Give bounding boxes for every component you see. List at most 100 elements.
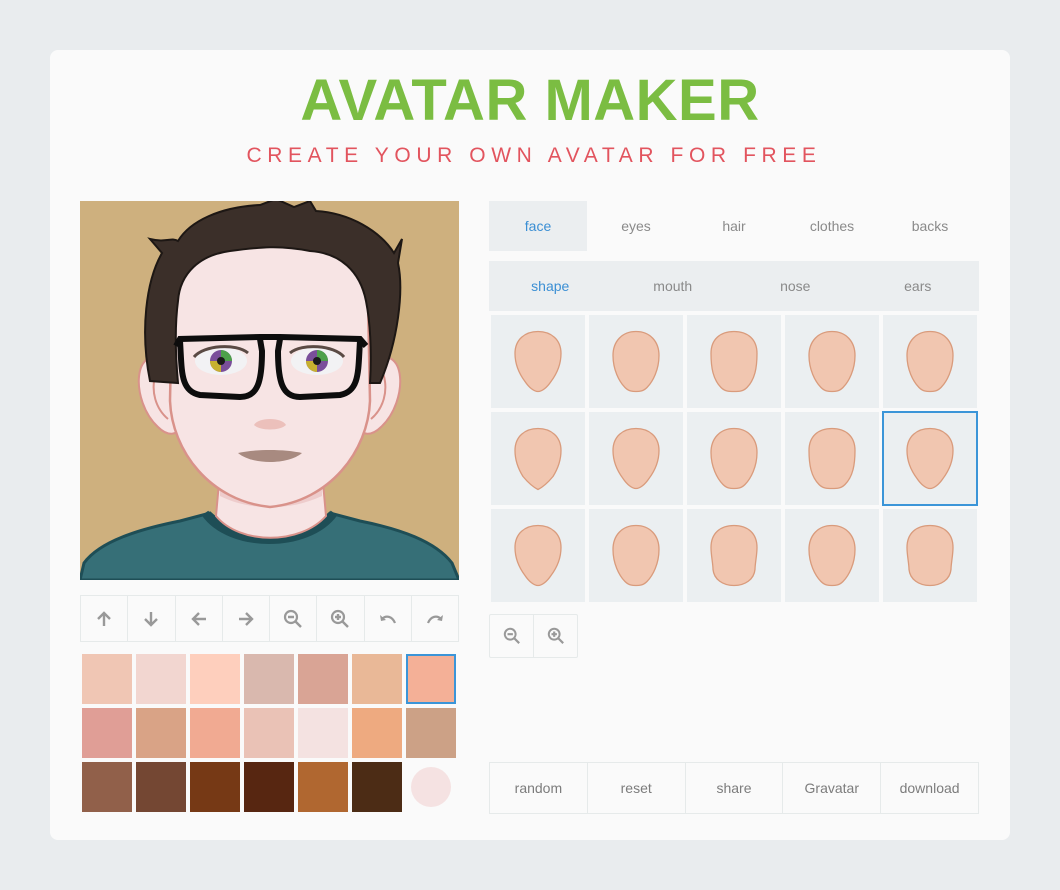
move-left-button[interactable] bbox=[176, 596, 223, 641]
face-shape-icon bbox=[710, 524, 758, 586]
shape-zoom-out-button[interactable] bbox=[490, 615, 534, 657]
arrow-left-icon bbox=[190, 611, 206, 626]
face-shape-icon bbox=[808, 330, 856, 392]
face-shape-option[interactable] bbox=[589, 315, 683, 408]
redo-icon bbox=[426, 614, 443, 623]
face-shape-icon bbox=[906, 330, 954, 392]
face-shape-option[interactable] bbox=[687, 315, 781, 408]
face-shape-icon bbox=[612, 524, 660, 586]
zoom-in-icon bbox=[547, 627, 564, 644]
subtab-label: mouth bbox=[653, 278, 693, 294]
zoom-in-icon bbox=[331, 609, 350, 628]
face-shape-icon bbox=[808, 524, 856, 586]
download-button[interactable]: download bbox=[881, 763, 978, 813]
color-swatch[interactable] bbox=[190, 654, 240, 704]
zoom-out-icon bbox=[503, 627, 520, 644]
face-shape-option[interactable] bbox=[491, 509, 585, 602]
color-swatch[interactable] bbox=[136, 762, 186, 812]
subtab-label: nose bbox=[780, 278, 811, 294]
share-button[interactable]: share bbox=[686, 763, 784, 813]
color-swatch[interactable] bbox=[298, 762, 348, 812]
tab-label: clothes bbox=[809, 218, 855, 234]
face-shape-icon bbox=[710, 330, 758, 392]
zoom-in-button[interactable] bbox=[317, 596, 365, 641]
color-swatch[interactable] bbox=[406, 708, 456, 758]
random-button[interactable]: random bbox=[490, 763, 588, 813]
color-swatch[interactable] bbox=[136, 708, 186, 758]
tab-eyes[interactable]: eyes bbox=[587, 201, 685, 251]
color-swatch-circle bbox=[411, 767, 451, 807]
face-shape-option[interactable] bbox=[785, 509, 879, 602]
color-swatch[interactable] bbox=[136, 654, 186, 704]
face-shape-option[interactable] bbox=[589, 509, 683, 602]
color-swatch[interactable] bbox=[82, 762, 132, 812]
rotate-right-button[interactable] bbox=[412, 596, 458, 641]
tab-hair[interactable]: hair bbox=[685, 201, 783, 251]
avatar-move-toolbar bbox=[80, 595, 459, 642]
face-shape-option[interactable] bbox=[589, 412, 683, 505]
subtab-nose[interactable]: nose bbox=[734, 261, 857, 311]
face-shape-grid bbox=[491, 315, 978, 602]
face-shape-option[interactable] bbox=[882, 411, 978, 506]
arrow-down-icon bbox=[144, 611, 159, 627]
color-swatch[interactable] bbox=[298, 654, 348, 704]
color-swatch[interactable] bbox=[352, 654, 402, 704]
face-shape-option[interactable] bbox=[687, 509, 781, 602]
color-swatch[interactable] bbox=[190, 762, 240, 812]
face-shape-icon bbox=[514, 524, 562, 586]
zoom-out-button[interactable] bbox=[270, 596, 318, 641]
page-subtitle: CREATE YOUR OWN AVATAR FOR FREE bbox=[246, 144, 822, 167]
subtab-ears[interactable]: ears bbox=[857, 261, 980, 311]
face-shape-icon bbox=[710, 427, 758, 489]
arrow-up-icon bbox=[97, 610, 111, 626]
tab-face[interactable]: face bbox=[489, 201, 587, 251]
color-swatch[interactable] bbox=[352, 762, 402, 812]
face-shape-option[interactable] bbox=[883, 509, 977, 602]
category-tabs: face eyes hair clothes backs bbox=[489, 201, 979, 251]
arrow-right-icon bbox=[238, 611, 254, 626]
color-swatch-custom[interactable] bbox=[406, 762, 456, 812]
shape-zoom-in-button[interactable] bbox=[534, 615, 577, 657]
undo-icon bbox=[379, 614, 396, 623]
color-swatch[interactable] bbox=[244, 708, 294, 758]
color-swatch[interactable] bbox=[406, 654, 456, 704]
face-shape-option[interactable] bbox=[883, 315, 977, 408]
move-up-button[interactable] bbox=[81, 596, 129, 641]
tab-label: hair bbox=[722, 218, 746, 234]
face-shape-icon bbox=[906, 524, 954, 586]
avatar-preview bbox=[80, 201, 459, 580]
color-swatch[interactable] bbox=[244, 762, 294, 812]
subtab-mouth[interactable]: mouth bbox=[612, 261, 735, 311]
action-bar: random reset share Gravatar download bbox=[489, 762, 979, 814]
color-swatch[interactable] bbox=[298, 708, 348, 758]
tab-label: face bbox=[524, 218, 552, 234]
face-shape-icon bbox=[514, 330, 562, 392]
reset-button[interactable]: reset bbox=[588, 763, 686, 813]
tab-label: backs bbox=[911, 218, 949, 234]
face-shape-option[interactable] bbox=[785, 315, 879, 408]
shape-zoom-controls bbox=[489, 614, 578, 658]
face-shape-option[interactable] bbox=[687, 412, 781, 505]
subtab-label: shape bbox=[531, 278, 570, 294]
move-down-button[interactable] bbox=[128, 596, 176, 641]
skin-color-palette bbox=[82, 654, 458, 812]
rotate-left-button[interactable] bbox=[365, 596, 412, 641]
gravatar-button[interactable]: Gravatar bbox=[783, 763, 882, 813]
subtab-shape[interactable]: shape bbox=[489, 261, 612, 311]
face-shape-icon bbox=[514, 427, 562, 490]
avatar-illustration bbox=[80, 201, 459, 580]
color-swatch[interactable] bbox=[244, 654, 294, 704]
color-swatch[interactable] bbox=[352, 708, 402, 758]
face-shape-option[interactable] bbox=[491, 412, 585, 505]
subtab-label: ears bbox=[904, 278, 932, 294]
color-swatch[interactable] bbox=[82, 654, 132, 704]
tab-label: eyes bbox=[621, 218, 651, 234]
face-shape-option[interactable] bbox=[491, 315, 585, 408]
color-swatch[interactable] bbox=[82, 708, 132, 758]
face-subtabs: shape mouth nose ears bbox=[489, 261, 979, 311]
move-right-button[interactable] bbox=[223, 596, 270, 641]
color-swatch[interactable] bbox=[190, 708, 240, 758]
tab-backs[interactable]: backs bbox=[881, 201, 979, 251]
face-shape-option[interactable] bbox=[785, 412, 879, 505]
tab-clothes[interactable]: clothes bbox=[783, 201, 881, 251]
